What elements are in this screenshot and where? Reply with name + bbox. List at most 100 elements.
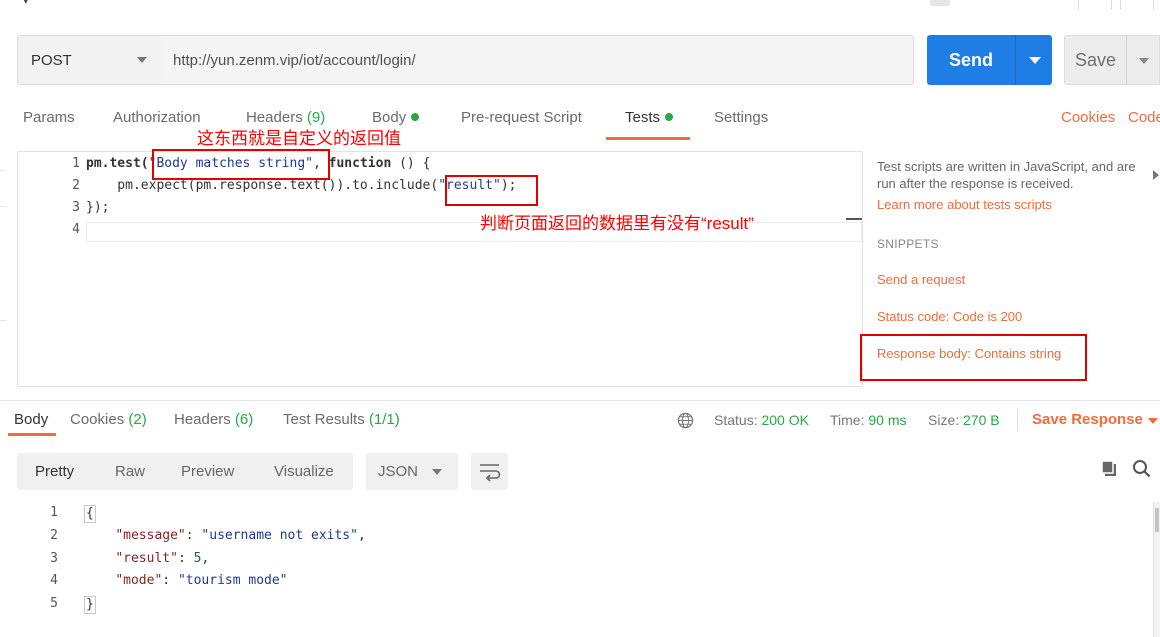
- line-number: 2: [72, 178, 80, 193]
- annotation-check-result: 判断页面返回的数据里有没有“result”: [480, 214, 754, 233]
- response-code: {: [84, 505, 96, 523]
- code-brace: }: [84, 596, 96, 614]
- json-string: "username not exits": [201, 528, 358, 543]
- chevron-down-icon: [432, 469, 442, 475]
- url-input[interactable]: http://yun.zenm.vip/iot/account/login/: [161, 35, 914, 85]
- response-tab-headers-label: Headers: [174, 411, 231, 428]
- highlight-box: [445, 175, 538, 206]
- code-brace: {: [84, 505, 96, 523]
- chevron-right-icon[interactable]: [1153, 170, 1159, 180]
- code-link[interactable]: Code: [1128, 109, 1160, 126]
- view-preview-button[interactable]: Preview: [181, 463, 234, 480]
- snippets-heading: SNIPPETS: [877, 237, 939, 251]
- format-label: JSON: [378, 463, 419, 480]
- size-value: 270 B: [963, 412, 1000, 428]
- line-number: 4: [50, 573, 58, 588]
- tab-settings-label: Settings: [714, 109, 769, 126]
- view-raw-button[interactable]: Raw: [115, 463, 145, 480]
- line-number: 1: [72, 156, 80, 171]
- line-number: 3: [50, 551, 58, 566]
- line-number: 5: [50, 596, 58, 611]
- save-button[interactable]: Save: [1064, 35, 1127, 85]
- editor-code: });: [86, 200, 110, 215]
- tests-editor[interactable]: 1 pm.test("Body matches string", functio…: [17, 151, 863, 387]
- active-response-tab-indicator: [8, 433, 56, 436]
- line-number: 1: [50, 505, 58, 520]
- tab-tests-label: Tests: [625, 109, 661, 126]
- json-number: 5: [193, 551, 202, 566]
- response-tab-headers-count: (6): [234, 411, 254, 428]
- divider: [1017, 409, 1018, 431]
- response-tab-cookies[interactable]: Cookies (2): [70, 411, 147, 428]
- globe-icon[interactable]: [677, 412, 694, 429]
- size-label: Size:: [928, 412, 960, 428]
- highlight-box: [152, 149, 330, 180]
- code-token: pm.expect(pm.response.text()).to.include…: [86, 178, 439, 193]
- tab-pre-request-script[interactable]: Pre-request Script: [461, 109, 582, 126]
- left-edge-mark: [0, 206, 6, 207]
- tab-pre-request-label: Pre-request Script: [461, 109, 582, 126]
- snippet-cutoff: [877, 381, 1077, 387]
- json-key: "result": [115, 551, 178, 566]
- chevron-down-icon[interactable]: [1148, 418, 1158, 424]
- tab-settings[interactable]: Settings: [714, 109, 768, 126]
- size-readout: Size: 270 B: [928, 412, 1000, 428]
- wrap-icon: [480, 464, 501, 482]
- tab-authorization[interactable]: Authorization: [113, 109, 201, 126]
- save-response-button[interactable]: Save Response: [1032, 411, 1143, 428]
- search-icon[interactable]: [1132, 459, 1151, 478]
- response-tab-body[interactable]: Body: [14, 411, 48, 428]
- cookies-link[interactable]: Cookies: [1061, 109, 1115, 126]
- left-edge-mark: [0, 320, 6, 321]
- json-key: "message": [115, 528, 186, 543]
- line-number: 2: [50, 528, 58, 543]
- examples-badge[interactable]: [930, 0, 950, 6]
- code-keyword: function: [328, 156, 392, 171]
- format-select[interactable]: JSON: [366, 453, 458, 490]
- json-key: "mode": [115, 573, 163, 588]
- editor-line: 1 pm.test("Body matches string", functio…: [18, 156, 864, 178]
- view-visualize-button[interactable]: Visualize: [274, 463, 334, 480]
- time-label: Time:: [830, 412, 865, 428]
- response-tab-test-results[interactable]: Test Results (1/1): [283, 411, 400, 428]
- tab-tests[interactable]: Tests: [625, 109, 674, 126]
- response-tab-body-label: Body: [14, 411, 49, 428]
- response-tab-test-results-count: (1/1): [368, 411, 400, 428]
- save-dropdown-button[interactable]: [1126, 35, 1160, 85]
- line-number: 4: [72, 222, 80, 237]
- method-select[interactable]: POST: [17, 35, 162, 85]
- wrap-lines-button[interactable]: [471, 453, 508, 490]
- highlight-box: [860, 334, 1087, 381]
- response-code: "message": "username not exits",: [115, 528, 366, 543]
- tab-authorization-label: Authorization: [113, 109, 201, 126]
- editor-resize-handle[interactable]: [846, 218, 862, 220]
- tests-description: Test scripts are written in JavaScript, …: [877, 159, 1136, 191]
- snippet-status-code[interactable]: Status code: Code is 200: [877, 309, 1022, 324]
- time-value: 90 ms: [868, 412, 907, 428]
- status-dot-icon: [411, 113, 420, 121]
- toolbar-button[interactable]: [1120, 0, 1154, 10]
- status-readout: Status: 200 OK: [714, 412, 809, 428]
- chevron-down-icon: [137, 57, 147, 63]
- learn-more-link[interactable]: Learn more about tests scripts: [877, 197, 1052, 212]
- code-token: pm.test(: [86, 156, 149, 171]
- send-dropdown-button[interactable]: [1015, 35, 1052, 85]
- active-tab-indicator: [606, 137, 690, 140]
- response-tab-headers[interactable]: Headers (6): [174, 411, 253, 428]
- left-edge-mark: [0, 170, 6, 171]
- view-pretty-button[interactable]: Pretty: [35, 463, 74, 480]
- json-string: "tourism mode": [177, 573, 288, 588]
- response-scrollbar[interactable]: [1153, 502, 1160, 637]
- code-token: () {: [391, 156, 431, 171]
- send-button[interactable]: Send: [927, 35, 1015, 85]
- toolbar-button[interactable]: [1078, 0, 1112, 10]
- status-label: Status:: [714, 412, 758, 428]
- snippet-send-request[interactable]: Send a request: [877, 272, 965, 287]
- status-value: 200 OK: [761, 412, 809, 428]
- response-tab-test-results-label: Test Results: [283, 411, 365, 428]
- editor-line: 2 pm.expect(pm.response.text()).to.inclu…: [18, 178, 864, 200]
- tab-params[interactable]: Params: [23, 109, 75, 126]
- response-code: }: [84, 596, 96, 614]
- time-readout: Time: 90 ms: [830, 412, 907, 428]
- copy-icon[interactable]: [1100, 459, 1118, 477]
